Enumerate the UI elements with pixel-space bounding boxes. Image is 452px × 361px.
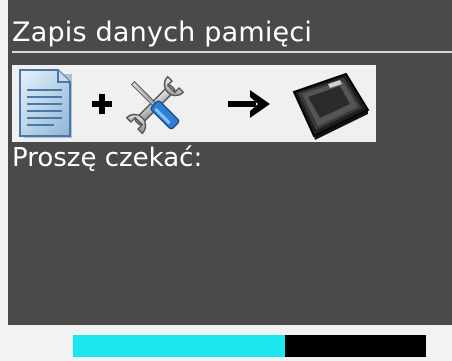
- dialog-screen: Zapis danych pamięci Proszę czekać:: [0, 0, 452, 361]
- dialog-title: Zapis danych pamięci: [12, 17, 313, 48]
- tools-icon: [125, 75, 185, 135]
- progress-bar: [73, 335, 426, 357]
- memory-device-icon: [292, 72, 370, 140]
- left-frame: [0, 0, 8, 325]
- plus-icon: [92, 94, 112, 114]
- icon-strip: [12, 65, 376, 142]
- wait-message: Proszę czekać:: [12, 143, 203, 173]
- progress-fill: [73, 335, 285, 357]
- document-icon: [19, 69, 72, 138]
- title-underline: [12, 51, 452, 53]
- arrow-right-icon: [228, 90, 270, 118]
